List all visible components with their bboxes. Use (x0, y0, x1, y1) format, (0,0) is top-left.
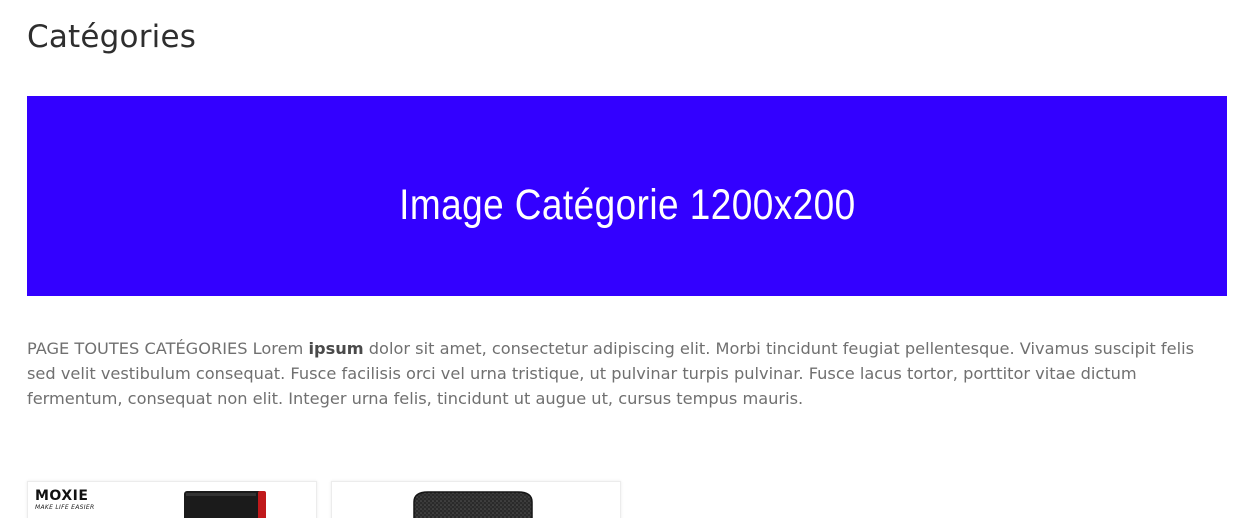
brand-tagline: MAKE LIFE EASIER (35, 504, 95, 511)
category-card-1[interactable]: MOXIE MAKE LIFE EASIER (27, 481, 317, 518)
leather-case-photo-icon (413, 491, 533, 518)
description-prefix: PAGE TOUTES CATÉGORIES Lorem (27, 339, 309, 358)
category-card-2[interactable] (331, 481, 621, 518)
description-bold: ipsum (308, 339, 364, 358)
banner-text: Image Catégorie 1200x200 (398, 180, 856, 229)
category-banner: Image Catégorie 1200x200 (27, 96, 1227, 296)
category-description: PAGE TOUTES CATÉGORIES Lorem ipsum dolor… (27, 336, 1227, 411)
brand-logo: MOXIE MAKE LIFE EASIER (35, 489, 94, 511)
brand-name: MOXIE (35, 488, 89, 504)
phone-case-photo-icon (184, 491, 266, 518)
page-title: Catégories (27, 19, 197, 55)
